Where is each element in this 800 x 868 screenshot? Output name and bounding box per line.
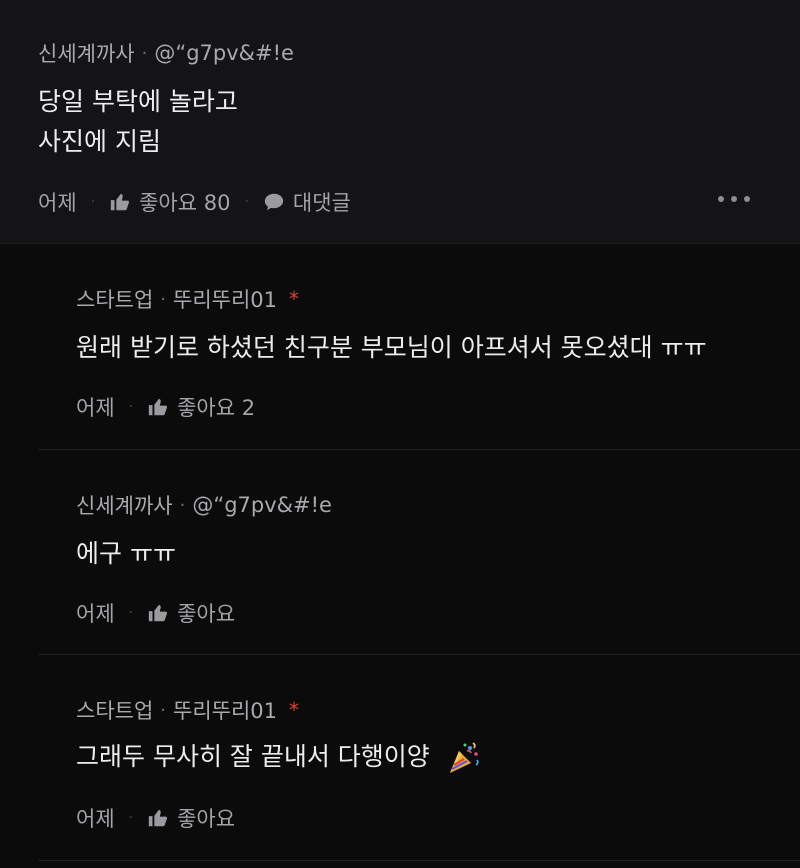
author-handle[interactable]: 뚜리뚜리01: [173, 695, 277, 725]
more-options-button[interactable]: [718, 187, 750, 211]
meta-separator: ·: [179, 494, 186, 516]
party-popper-icon: [446, 740, 482, 776]
more-dot: [718, 196, 724, 202]
comment-line: 사진에 지림: [38, 127, 161, 156]
comment-meta: 신세계까사 · @“g7pv&#!e: [76, 490, 332, 520]
root-comment: 신세계까사 · @“g7pv&#!e 당일 부탁에 놀라고 사진에 지림 어제 …: [0, 0, 800, 244]
like-count: 좋아요 80: [139, 191, 231, 215]
timestamp: 어제: [76, 396, 115, 420]
more-dot: [731, 196, 737, 202]
author-name[interactable]: 스타트업: [76, 284, 153, 314]
action-separator: ·: [90, 194, 96, 210]
author-handle[interactable]: 뚜리뚜리01: [173, 284, 277, 314]
like-label: 좋아요: [177, 602, 236, 626]
like-button[interactable]: 좋아요: [147, 598, 235, 628]
timestamp: 어제: [38, 191, 77, 215]
comment-body: 그래두 무사히 잘 끝내서 다행이양: [76, 737, 482, 777]
comment-meta: 스타트업 · 뚜리뚜리01 *: [76, 695, 299, 725]
comment-line: 당일 부탁에 놀라고: [38, 87, 238, 116]
action-separator: ·: [128, 399, 134, 415]
action-separator: ·: [244, 194, 249, 210]
thumbs-up-icon: [109, 191, 131, 213]
reply-comment: 신세계까사 · @“g7pv&#!e 에구 ㅠㅠ 어제 · 좋아요: [38, 450, 800, 655]
author-handle[interactable]: @“g7pv&#!e: [192, 493, 332, 517]
speech-bubble-icon: [263, 191, 285, 213]
comment-actions: 어제 · 좋아요 80 · 대댓글: [38, 187, 351, 217]
comment-body: 원래 받기로 하셨던 친구분 부모님이 아프셔서 못오셨대 ㅠㅠ: [76, 333, 707, 362]
comment-actions: 어제 · 좋아요 2: [76, 392, 255, 422]
action-separator: ·: [128, 810, 134, 826]
comment-meta: 스타트업 · 뚜리뚜리01 *: [76, 284, 299, 314]
author-handle[interactable]: @“g7pv&#!e: [154, 41, 294, 65]
author-badge: *: [289, 698, 300, 722]
reply-comment: 스타트업 · 뚜리뚜리01 * 원래 받기로 하셨던 친구분 부모님이 아프셔서…: [38, 244, 800, 450]
more-dot: [744, 196, 750, 202]
author-name[interactable]: 신세계까사: [76, 490, 173, 520]
timestamp: 어제: [76, 602, 115, 626]
comment-actions: 어제 · 좋아요: [76, 598, 235, 628]
comment-body: 에구 ㅠㅠ: [76, 539, 176, 568]
like-button[interactable]: 좋아요 2: [147, 392, 255, 422]
thumbs-up-icon: [147, 396, 169, 418]
meta-separator: ·: [160, 699, 167, 721]
like-label: 좋아요: [177, 807, 236, 831]
comment-meta: 신세계까사 · @“g7pv&#!e: [38, 38, 294, 68]
thumbs-up-icon: [147, 602, 169, 624]
author-name[interactable]: 스타트업: [76, 695, 153, 725]
comment-body: 당일 부탁에 놀라고 사진에 지림: [38, 82, 238, 162]
reply-button[interactable]: 대댓글: [263, 187, 351, 217]
thumbs-up-icon: [147, 807, 169, 829]
comment-actions: 어제 · 좋아요: [76, 803, 235, 833]
author-badge: *: [289, 287, 300, 311]
reply-label: 대댓글: [292, 191, 351, 215]
meta-separator: ·: [141, 42, 148, 64]
reply-comment: 스타트업 · 뚜리뚜리01 * 그래두 무사히 잘 끝내서 다행이양 어제 ·: [38, 655, 800, 861]
like-count: 좋아요 2: [177, 396, 256, 420]
author-name[interactable]: 신세계까사: [38, 38, 135, 68]
meta-separator: ·: [160, 288, 167, 310]
comment-text: 그래두 무사히 잘 끝내서 다행이양: [76, 742, 430, 771]
action-separator: ·: [128, 605, 134, 621]
like-button[interactable]: 좋아요 80: [109, 187, 230, 217]
timestamp: 어제: [76, 807, 115, 831]
like-button[interactable]: 좋아요: [147, 803, 235, 833]
